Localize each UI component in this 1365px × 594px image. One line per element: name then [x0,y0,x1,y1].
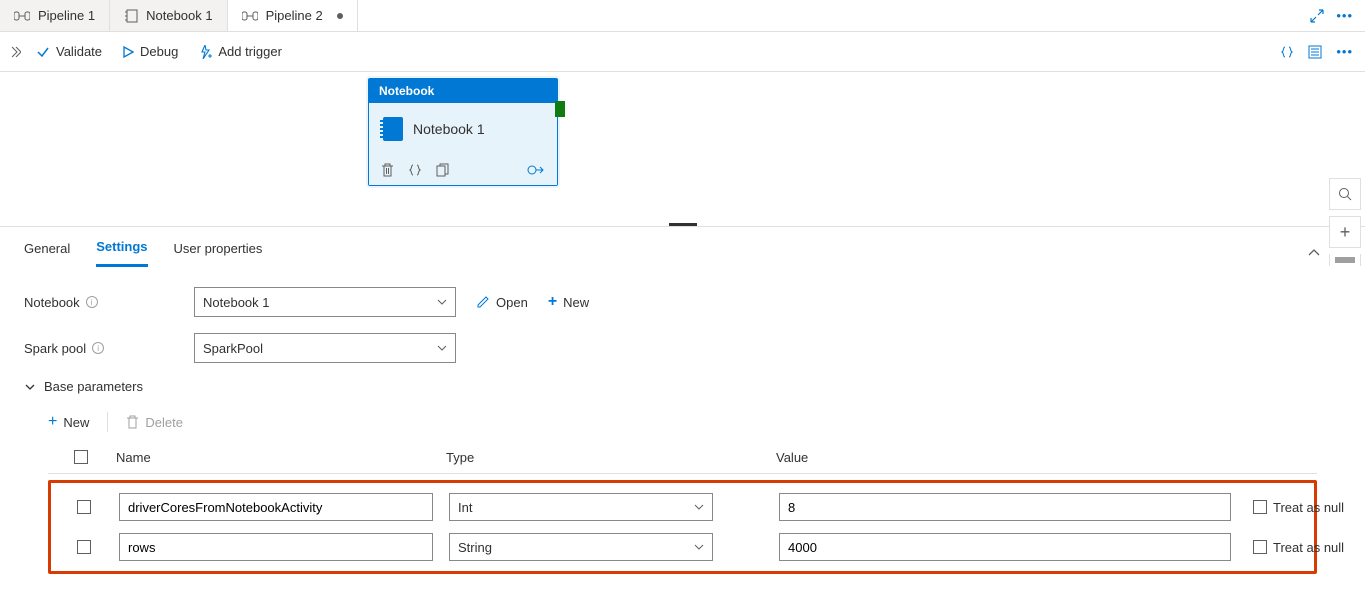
notebook-select[interactable]: Notebook 1 [194,287,456,317]
pipeline-icon [242,10,258,22]
param-value-input[interactable] [779,493,1231,521]
tab-settings[interactable]: Settings [96,239,147,267]
base-parameters-label: Base parameters [44,379,143,394]
more-icon[interactable]: ••• [1336,8,1353,23]
column-type: Type [446,450,776,465]
chevron-down-icon [694,542,704,552]
info-icon[interactable]: i [86,296,98,308]
properties-panel: General Settings User properties Noteboo… [0,226,1365,594]
expand-icon[interactable] [1310,9,1324,23]
spark-pool-select[interactable]: SparkPool [194,333,456,363]
new-parameter-button[interactable]: + New [48,413,89,431]
new-param-label: New [63,415,89,430]
delete-icon [126,415,139,429]
plus-icon: + [48,413,57,431]
base-parameters-toggle[interactable]: Base parameters [24,379,1341,394]
more-icon[interactable]: ••• [1336,44,1353,59]
notebook-icon [124,9,138,23]
new-label: New [563,295,589,310]
tab-label: Notebook 1 [146,8,213,23]
treat-as-null-checkbox[interactable] [1253,500,1267,514]
pipeline-canvas[interactable]: Notebook Notebook 1 + [0,72,1365,226]
play-icon [122,46,134,58]
notebook-select-value: Notebook 1 [203,295,270,310]
zoom-slider-handle[interactable] [1329,254,1361,266]
open-notebook-button[interactable]: Open [476,295,528,310]
delete-param-label: Delete [145,415,183,430]
activity-type-label: Notebook [369,79,557,103]
panel-resize-handle[interactable] [669,223,697,226]
spark-pool-field-label: Spark pool i [24,341,194,356]
pipeline-icon [14,10,30,22]
notebook-icon [383,117,403,141]
search-canvas-button[interactable] [1329,178,1361,210]
chevron-down-icon [24,381,36,393]
validate-label: Validate [56,44,102,59]
pipeline-toolbar: Validate Debug Add trigger ••• [0,32,1365,72]
expand-sidebar-button[interactable] [0,46,30,58]
chevron-down-icon [437,297,447,307]
notebook-activity[interactable]: Notebook Notebook 1 [368,78,558,186]
tab-pipeline-2[interactable]: Pipeline 2 [228,0,358,31]
code-icon[interactable] [408,163,422,177]
tab-label: Pipeline 2 [266,8,323,23]
tab-user-properties[interactable]: User properties [174,241,263,266]
plus-icon: + [548,293,557,311]
unsaved-indicator-icon [337,13,343,19]
delete-icon[interactable] [381,163,394,177]
treat-as-null-checkbox[interactable] [1253,540,1267,554]
column-name: Name [116,450,446,465]
code-icon[interactable] [1280,45,1294,59]
list-icon[interactable] [1308,45,1322,59]
validate-button[interactable]: Validate [36,44,102,59]
table-row: Int Treat as null [51,487,1314,527]
zoom-in-button[interactable]: + [1329,216,1361,248]
success-output-handle[interactable] [555,101,565,117]
debug-button[interactable]: Debug [122,44,178,59]
param-name-input[interactable] [119,493,433,521]
trigger-icon [198,45,212,59]
treat-as-null-label: Treat as null [1273,500,1344,515]
param-type-value: Int [458,500,472,515]
select-all-checkbox[interactable] [74,450,88,464]
row-checkbox[interactable] [77,540,91,554]
tab-general[interactable]: General [24,241,70,266]
tab-pipeline-1[interactable]: Pipeline 1 [0,0,110,31]
check-icon [36,45,50,59]
add-trigger-label: Add trigger [218,44,282,59]
chevron-down-icon [437,343,447,353]
param-type-select[interactable]: Int [449,493,713,521]
parameters-table: Name Type Value Int [24,442,1341,574]
edit-icon [476,295,490,309]
spark-pool-select-value: SparkPool [203,341,263,356]
notebook-field-label: Notebook i [24,295,194,310]
tab-label: Pipeline 1 [38,8,95,23]
param-value-input[interactable] [779,533,1231,561]
delete-parameter-button[interactable]: Delete [126,415,183,430]
copy-icon[interactable] [436,163,449,177]
open-label: Open [496,295,528,310]
param-name-input[interactable] [119,533,433,561]
info-icon[interactable]: i [92,342,104,354]
debug-label: Debug [140,44,178,59]
parameters-highlight: Int Treat as null String [48,480,1317,574]
add-trigger-button[interactable]: Add trigger [198,44,282,59]
new-notebook-button[interactable]: + New [548,293,589,311]
param-type-select[interactable]: String [449,533,713,561]
tab-notebook-1[interactable]: Notebook 1 [110,0,228,31]
treat-as-null-label: Treat as null [1273,540,1344,555]
param-type-value: String [458,540,492,555]
output-arrow-icon[interactable] [527,164,545,176]
row-checkbox[interactable] [77,500,91,514]
table-row: String Treat as null [51,527,1314,567]
chevron-down-icon [694,502,704,512]
column-value: Value [776,450,1244,465]
activity-title: Notebook 1 [413,121,485,137]
editor-tabs: Pipeline 1 Notebook 1 Pipeline 2 ••• [0,0,1365,32]
divider [107,412,108,432]
